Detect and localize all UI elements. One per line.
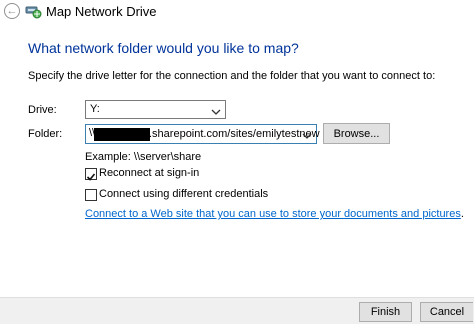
link-suffix: .	[460, 208, 464, 220]
drive-select[interactable]: Y:	[85, 100, 226, 119]
title-bar: ← Map Network Drive	[0, 0, 474, 24]
cancel-button[interactable]: Cancel	[420, 302, 473, 322]
dialog-footer: Finish Cancel	[0, 297, 474, 324]
network-drive-icon	[24, 2, 42, 20]
instruction-text: Specify the drive letter for the connect…	[28, 70, 436, 82]
drive-label: Drive:	[28, 104, 57, 116]
chevron-down-icon	[211, 104, 221, 115]
page-heading: What network folder would you like to ma…	[28, 40, 299, 56]
link-text[interactable]: Connect to a Web site that you can use t…	[85, 208, 461, 220]
window-title: Map Network Drive	[46, 4, 157, 19]
folder-label: Folder:	[28, 128, 63, 140]
browse-button[interactable]: Browse...	[323, 123, 390, 144]
redaction-block	[94, 128, 150, 141]
chevron-down-icon[interactable]	[302, 128, 312, 139]
drive-value: Y:	[90, 103, 100, 115]
folder-combobox[interactable]: \\ .sharepoint.com/sites/emilytestnew	[85, 124, 324, 144]
checkmark-icon	[86, 169, 96, 181]
finish-button[interactable]: Finish	[359, 302, 412, 322]
credentials-label[interactable]: Connect using different credentials	[99, 188, 268, 200]
credentials-checkbox[interactable]	[85, 189, 97, 201]
reconnect-label[interactable]: Reconnect at sign-in	[99, 167, 199, 179]
folder-value: .sharepoint.com/sites/emilytestnew	[149, 128, 320, 140]
back-arrow-icon[interactable]: ←	[4, 3, 20, 19]
reconnect-checkbox[interactable]	[85, 168, 97, 181]
example-text: Example: \\server\share	[85, 151, 202, 163]
store-documents-link[interactable]: Connect to a Web site that you can use t…	[85, 208, 464, 220]
